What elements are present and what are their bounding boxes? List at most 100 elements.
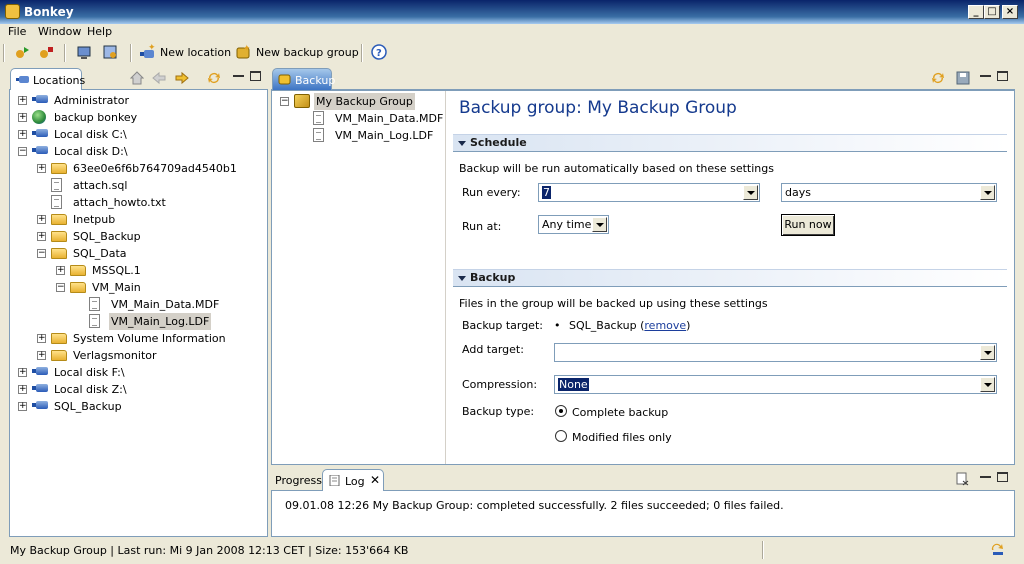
- tree-item[interactable]: + backup bonkey: [10, 109, 265, 126]
- tree-item[interactable]: attach_howto.txt: [10, 194, 265, 211]
- tab-locations-label: Locations: [33, 74, 86, 87]
- tree-item[interactable]: + System Volume Information: [10, 330, 265, 347]
- clear-log-icon[interactable]: [955, 472, 969, 486]
- run-backup-icon[interactable]: [14, 44, 31, 61]
- tree-item[interactable]: + Administrator: [10, 92, 265, 109]
- expand-icon[interactable]: +: [37, 334, 46, 343]
- schedule-section-header[interactable]: Schedule: [453, 134, 1007, 151]
- tree-item[interactable]: attach.sql: [10, 177, 265, 194]
- backup-section-header[interactable]: Backup: [453, 269, 1007, 286]
- tree-item[interactable]: + SQL_Backup: [10, 398, 265, 415]
- tree-item[interactable]: − VM_Main: [10, 279, 265, 296]
- run-at-value: Any time: [542, 218, 592, 231]
- tab-log[interactable]: Log ✕: [322, 469, 384, 491]
- tree-item[interactable]: − Local disk D:\: [10, 143, 265, 160]
- help-icon[interactable]: ?: [371, 44, 388, 61]
- tree-item[interactable]: + Inetpub: [10, 211, 265, 228]
- chevron-down-icon[interactable]: [980, 377, 995, 392]
- collapse-icon[interactable]: −: [37, 249, 46, 258]
- backup-target-value: SQL_Backup: [569, 319, 637, 332]
- tree-item-label: MSSQL.1: [92, 264, 141, 277]
- add-target-combo[interactable]: [554, 343, 997, 362]
- section-divider: [453, 286, 1007, 287]
- menu-window[interactable]: Window: [38, 25, 81, 38]
- expand-icon[interactable]: +: [18, 130, 27, 139]
- expand-icon[interactable]: +: [37, 351, 46, 360]
- new-backup-group-icon[interactable]: ✦: [235, 44, 252, 61]
- folder-icon: [70, 265, 86, 276]
- collapse-icon[interactable]: −: [56, 283, 65, 292]
- expand-icon[interactable]: +: [18, 96, 27, 105]
- tree-item[interactable]: + Local disk Z:\: [10, 381, 265, 398]
- chevron-down-icon[interactable]: [592, 217, 607, 232]
- run-at-combo[interactable]: Any time: [538, 215, 609, 234]
- settings-icon[interactable]: [102, 44, 119, 61]
- backup-type-label: Backup type:: [462, 405, 535, 418]
- save-icon[interactable]: [956, 71, 970, 85]
- chevron-down-icon[interactable]: [980, 345, 995, 360]
- close-tab-icon[interactable]: ✕: [370, 473, 380, 487]
- toolbar-separator: [130, 44, 132, 62]
- expand-icon[interactable]: +: [18, 402, 27, 411]
- maximize-view-icon[interactable]: [250, 71, 261, 81]
- tab-progress[interactable]: Progress: [275, 474, 322, 487]
- minimize-view-icon[interactable]: [980, 71, 991, 77]
- monitor-icon[interactable]: [76, 44, 93, 61]
- new-location-icon[interactable]: ✦: [139, 43, 156, 61]
- run-now-button[interactable]: Run now: [781, 214, 835, 236]
- home-icon[interactable]: [129, 71, 145, 85]
- tree-item[interactable]: + Verlagsmonitor: [10, 347, 265, 364]
- tree-item[interactable]: − SQL_Data: [10, 245, 265, 262]
- tab-locations[interactable]: Locations: [10, 68, 86, 90]
- expand-icon[interactable]: +: [18, 113, 27, 122]
- close-window-button[interactable]: ×: [1002, 5, 1018, 19]
- minimize-window-button[interactable]: _: [968, 5, 984, 19]
- expand-icon[interactable]: +: [37, 232, 46, 241]
- tree-item[interactable]: VM_Main_Log.LDF: [10, 313, 265, 330]
- expand-icon[interactable]: +: [37, 215, 46, 224]
- back-arrow-icon[interactable]: [152, 71, 166, 85]
- chevron-down-icon[interactable]: [980, 185, 995, 200]
- status-separator: [762, 541, 764, 559]
- refresh-icon[interactable]: [207, 71, 221, 85]
- tab-backup-label: Backup: [295, 74, 336, 87]
- expand-icon[interactable]: +: [18, 385, 27, 394]
- complete-backup-radio[interactable]: [555, 405, 567, 417]
- expand-icon[interactable]: +: [37, 164, 46, 173]
- log-line: 09.01.08 12:26 My Backup Group: complete…: [285, 499, 784, 512]
- new-location-button[interactable]: New location: [160, 46, 231, 59]
- compression-combo[interactable]: None: [554, 375, 997, 394]
- chevron-down-icon[interactable]: [743, 185, 758, 200]
- progress-icon[interactable]: [990, 542, 1005, 557]
- sync-icon[interactable]: [931, 71, 945, 85]
- run-every-combo[interactable]: 7: [538, 183, 760, 202]
- tab-backup[interactable]: Backup: [272, 68, 336, 90]
- expand-icon[interactable]: +: [56, 266, 65, 275]
- forward-arrow-icon[interactable]: [175, 71, 189, 85]
- remove-target-link[interactable]: remove: [644, 319, 686, 332]
- minimize-view-icon[interactable]: [980, 472, 991, 478]
- run-every-unit-combo[interactable]: days: [781, 183, 997, 202]
- maximize-view-icon[interactable]: [997, 71, 1008, 81]
- modified-files-label[interactable]: Modified files only: [572, 431, 672, 444]
- collapse-icon[interactable]: −: [280, 97, 289, 106]
- tree-item[interactable]: + Local disk F:\: [10, 364, 265, 381]
- complete-backup-label[interactable]: Complete backup: [572, 406, 668, 419]
- svg-text:✦: ✦: [243, 44, 251, 54]
- menu-file[interactable]: File: [8, 25, 26, 38]
- menu-bar: File Window Help: [0, 24, 1024, 41]
- new-backup-group-button[interactable]: New backup group: [256, 46, 359, 59]
- restore-icon[interactable]: [38, 44, 55, 61]
- modified-files-radio[interactable]: [555, 430, 567, 442]
- tree-item[interactable]: +63ee0e6f6b764709ad4540b1: [10, 160, 265, 177]
- tree-item[interactable]: VM_Main_Data.MDF: [10, 296, 265, 313]
- tree-item[interactable]: + MSSQL.1: [10, 262, 265, 279]
- tree-item[interactable]: + Local disk C:\: [10, 126, 265, 143]
- menu-help[interactable]: Help: [87, 25, 112, 38]
- tree-item[interactable]: + SQL_Backup: [10, 228, 265, 245]
- maximize-window-button[interactable]: □: [984, 5, 1000, 19]
- minimize-view-icon[interactable]: [233, 71, 244, 77]
- expand-icon[interactable]: +: [18, 368, 27, 377]
- collapse-icon[interactable]: −: [18, 147, 27, 156]
- maximize-view-icon[interactable]: [997, 472, 1008, 482]
